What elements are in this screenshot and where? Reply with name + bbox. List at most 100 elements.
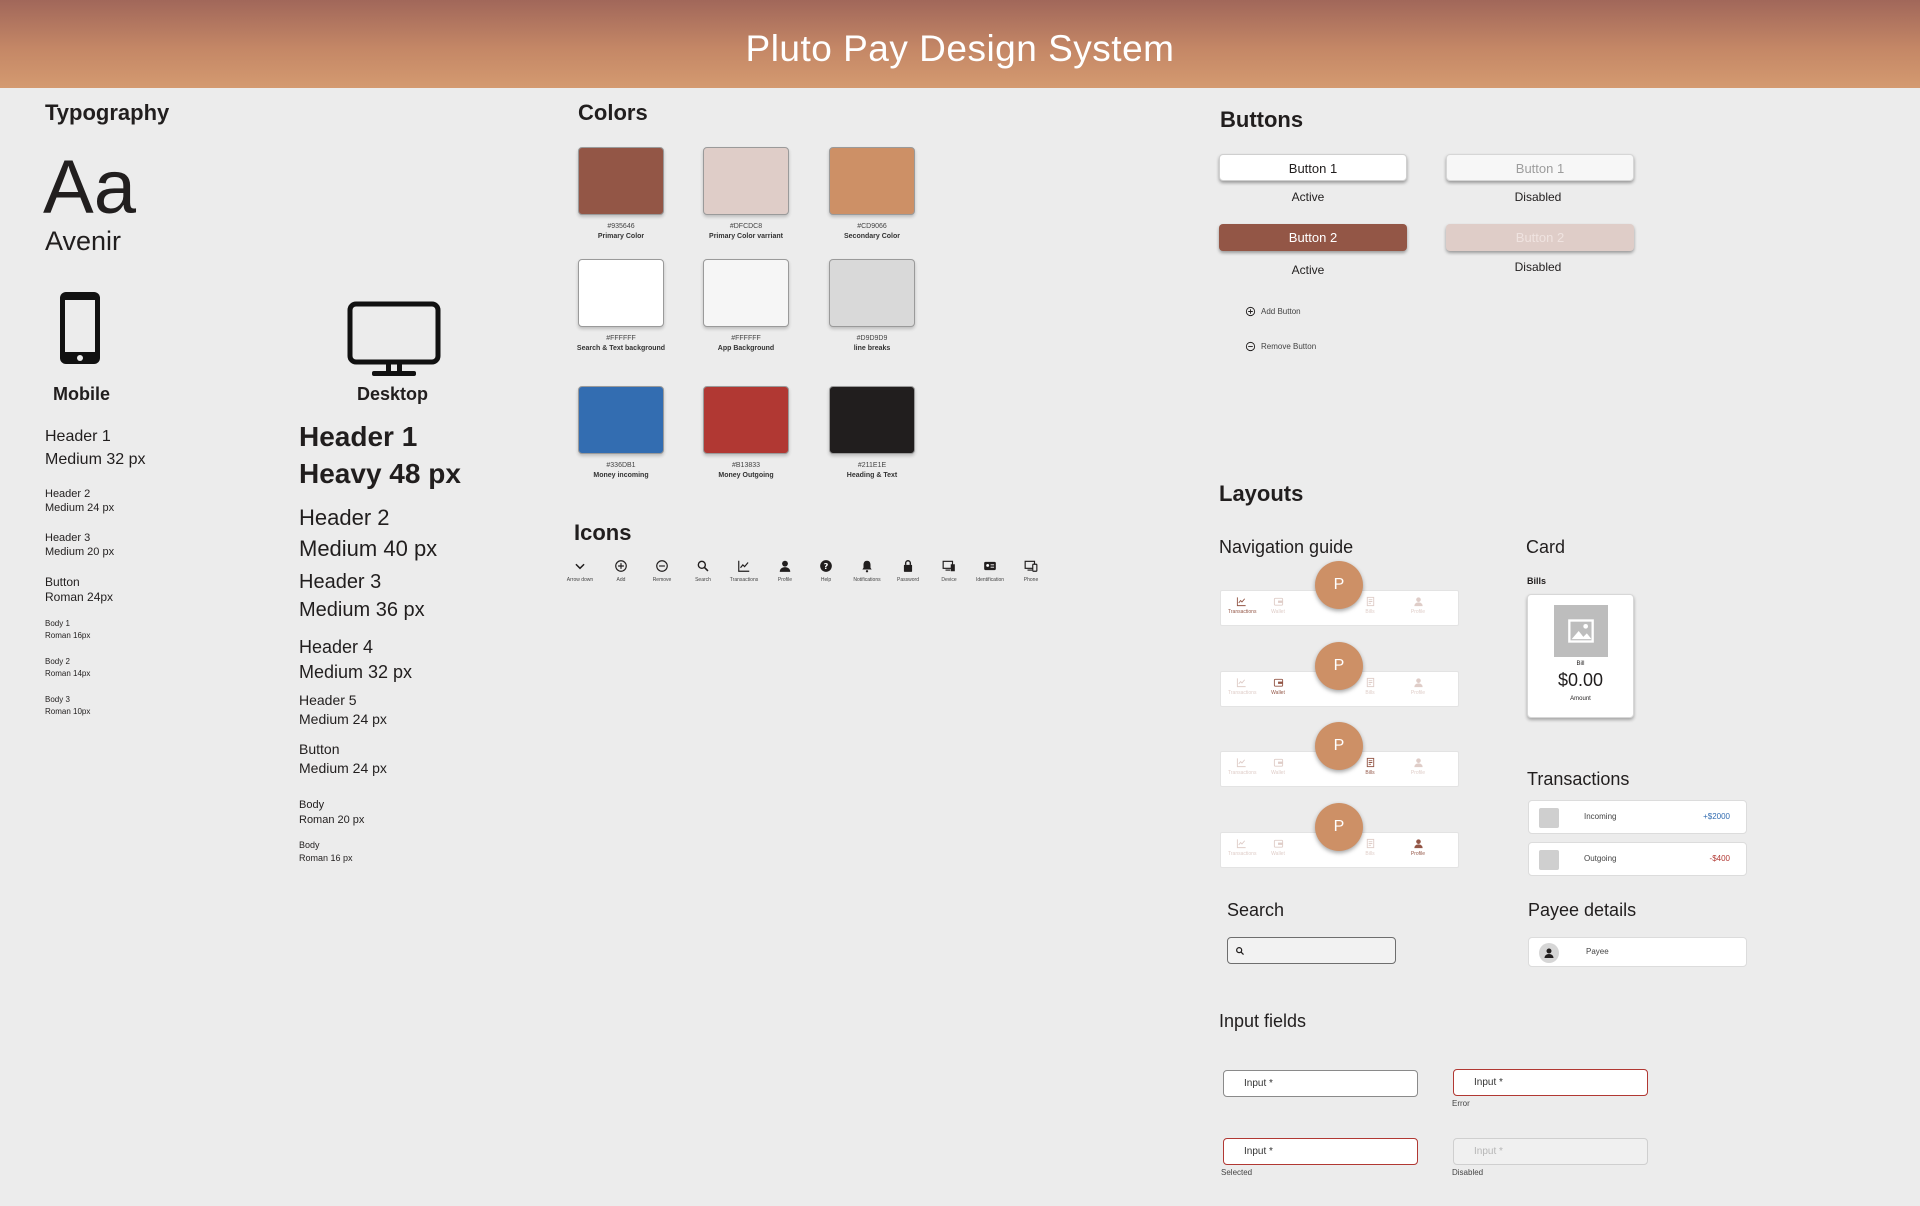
nav-item-bills[interactable]: Bills [1357, 596, 1383, 615]
payee-label: Payee [1586, 947, 1609, 956]
card-title: Card [1526, 537, 1566, 557]
buttons-title: Buttons [1220, 107, 1304, 132]
swatch-name: Secondary Color [843, 233, 900, 240]
button-1-disabled[interactable]: Button 1 [1446, 154, 1634, 181]
swatch-chip [578, 259, 664, 327]
nav-item-profile[interactable]: Profile [1405, 838, 1431, 857]
swatch-name: Primary Color [597, 233, 645, 240]
add-button[interactable]: Add Button [1245, 306, 1301, 317]
transactions-icon [1236, 758, 1246, 768]
nav-item-wallet[interactable]: Wallet [1265, 757, 1291, 776]
nav-item-transactions[interactable]: Transactions [1228, 757, 1256, 776]
button-2-active[interactable]: Button 2 [1219, 224, 1407, 251]
swatch-name: Money Outgoing [718, 472, 774, 479]
transaction-label: Incoming [1584, 812, 1617, 821]
nav-item-label: Bills [1365, 690, 1375, 696]
bills-icon [1366, 838, 1374, 849]
mobile-spec: Body 1 Roman 16px [45, 619, 91, 640]
nav-item-transactions[interactable]: Transactions [1228, 596, 1257, 615]
transaction-label: Outgoing [1584, 854, 1617, 863]
mobile-spec: Header 3 Medium 20 px [45, 532, 115, 558]
search-icon: Search [683, 559, 723, 583]
nav-item-wallet[interactable]: Wallet [1265, 677, 1291, 696]
chevron-down-icon: Arrow down [560, 559, 600, 583]
swatch-name: App Background [717, 345, 775, 352]
remove-button-label: Remove Button [1261, 342, 1317, 351]
remove-button[interactable]: Remove Button [1245, 341, 1316, 352]
transaction-row[interactable]: Incoming +$2000 [1528, 800, 1747, 834]
input-disabled[interactable]: Input * [1453, 1138, 1648, 1165]
avatar [1539, 943, 1559, 963]
payee-details-title: Payee details [1528, 900, 1637, 920]
header-banner: Pluto Pay Design System [0, 0, 1920, 88]
input-state-label: Error [1452, 1099, 1470, 1108]
nav-item-profile[interactable]: Profile [1405, 757, 1431, 776]
input-error[interactable]: Input * [1453, 1069, 1648, 1096]
transaction-amount: -$400 [1709, 854, 1730, 863]
nav-item-bills[interactable]: Bills [1357, 757, 1383, 776]
mobile-spec: Button Roman 24px [45, 575, 114, 604]
payee-row[interactable]: Payee [1528, 937, 1747, 967]
transaction-amount: +$2000 [1703, 812, 1730, 821]
profile-icon [1413, 839, 1423, 849]
nav-item-label: Transactions [1228, 851, 1257, 857]
swatch-hex: #DFCDC8 [729, 223, 763, 230]
search-icon [1236, 947, 1244, 955]
nav-item-transactions[interactable]: Transactions [1228, 838, 1257, 857]
image-placeholder-icon [1554, 605, 1608, 657]
swatch-hex: #336DB1 [606, 462, 636, 469]
pay-fab-button[interactable]: P [1315, 561, 1363, 609]
swatch-chip [829, 147, 915, 215]
button-state-label: Disabled [1514, 190, 1562, 204]
search-input[interactable] [1227, 937, 1396, 964]
icon-row: Arrow down Add Remove Search Transaction… [560, 559, 1051, 583]
nav-item-bills[interactable]: Bills [1357, 677, 1383, 696]
profile-icon: Profile [765, 559, 805, 583]
bills-icon [1366, 677, 1374, 688]
nav-item-wallet[interactable]: Wallet [1265, 596, 1291, 615]
remove-icon: Remove [642, 559, 682, 583]
nav-item-profile[interactable]: Profile [1405, 677, 1431, 696]
font-sample: Aa [43, 145, 136, 230]
nav-item-label: Bills [1365, 609, 1375, 615]
bill-card[interactable]: Bill $0.00 Amount [1527, 594, 1634, 718]
nav-item-transactions[interactable]: Transactions [1228, 677, 1256, 696]
color-swatch: #B13833 Money Outgoing [676, 386, 816, 479]
transaction-row[interactable]: Outgoing -$400 [1528, 842, 1747, 876]
input-selected[interactable]: Input * [1223, 1138, 1418, 1165]
button-2-disabled[interactable]: Button 2 [1446, 224, 1634, 251]
color-swatch: #336DB1 Money incoming [551, 386, 691, 479]
image-placeholder-icon [1539, 808, 1559, 828]
swatch-chip [829, 259, 915, 327]
nav-item-wallet[interactable]: Wallet [1265, 838, 1291, 857]
transactions-icon: Transactions [724, 559, 764, 583]
nav-item-label: Transactions [1228, 609, 1257, 615]
swatch-chip [703, 147, 789, 215]
nav-item-label: Profile [1410, 690, 1426, 696]
button-1-active[interactable]: Button 1 [1219, 154, 1407, 181]
nav-item-bills[interactable]: Bills [1357, 838, 1383, 857]
nav-item-label: Wallet [1271, 770, 1285, 776]
pay-fab-button[interactable]: P [1315, 722, 1363, 770]
swatch-chip [829, 386, 915, 454]
color-swatch: #211E1E Heading & Text [802, 386, 942, 479]
mobile-spec: Header 1 Medium 32 px [45, 428, 146, 468]
nav-item-label: Bills [1365, 770, 1375, 776]
swatch-hex: #CD9066 [857, 223, 887, 230]
add-button-label: Add Button [1261, 307, 1301, 316]
transactions-icon [1236, 597, 1246, 607]
pay-fab-button[interactable]: P [1315, 803, 1363, 851]
desktop-label: Desktop [357, 384, 429, 404]
image-placeholder-icon [1539, 850, 1559, 870]
desktop-spec: Header 2 Medium 40 px [299, 505, 438, 561]
mobile-label: Mobile [53, 384, 110, 404]
bills-icon [1366, 596, 1374, 607]
identification-icon: Identification [970, 559, 1010, 583]
nav-item-label: Wallet [1271, 851, 1285, 857]
nav-item-profile[interactable]: Profile [1405, 596, 1431, 615]
input-default[interactable]: Input * [1223, 1070, 1418, 1097]
swatch-hex: #935646 [607, 223, 635, 230]
pay-fab-button[interactable]: P [1315, 642, 1363, 690]
profile-icon [1413, 597, 1423, 607]
add-icon: Add [601, 559, 641, 583]
